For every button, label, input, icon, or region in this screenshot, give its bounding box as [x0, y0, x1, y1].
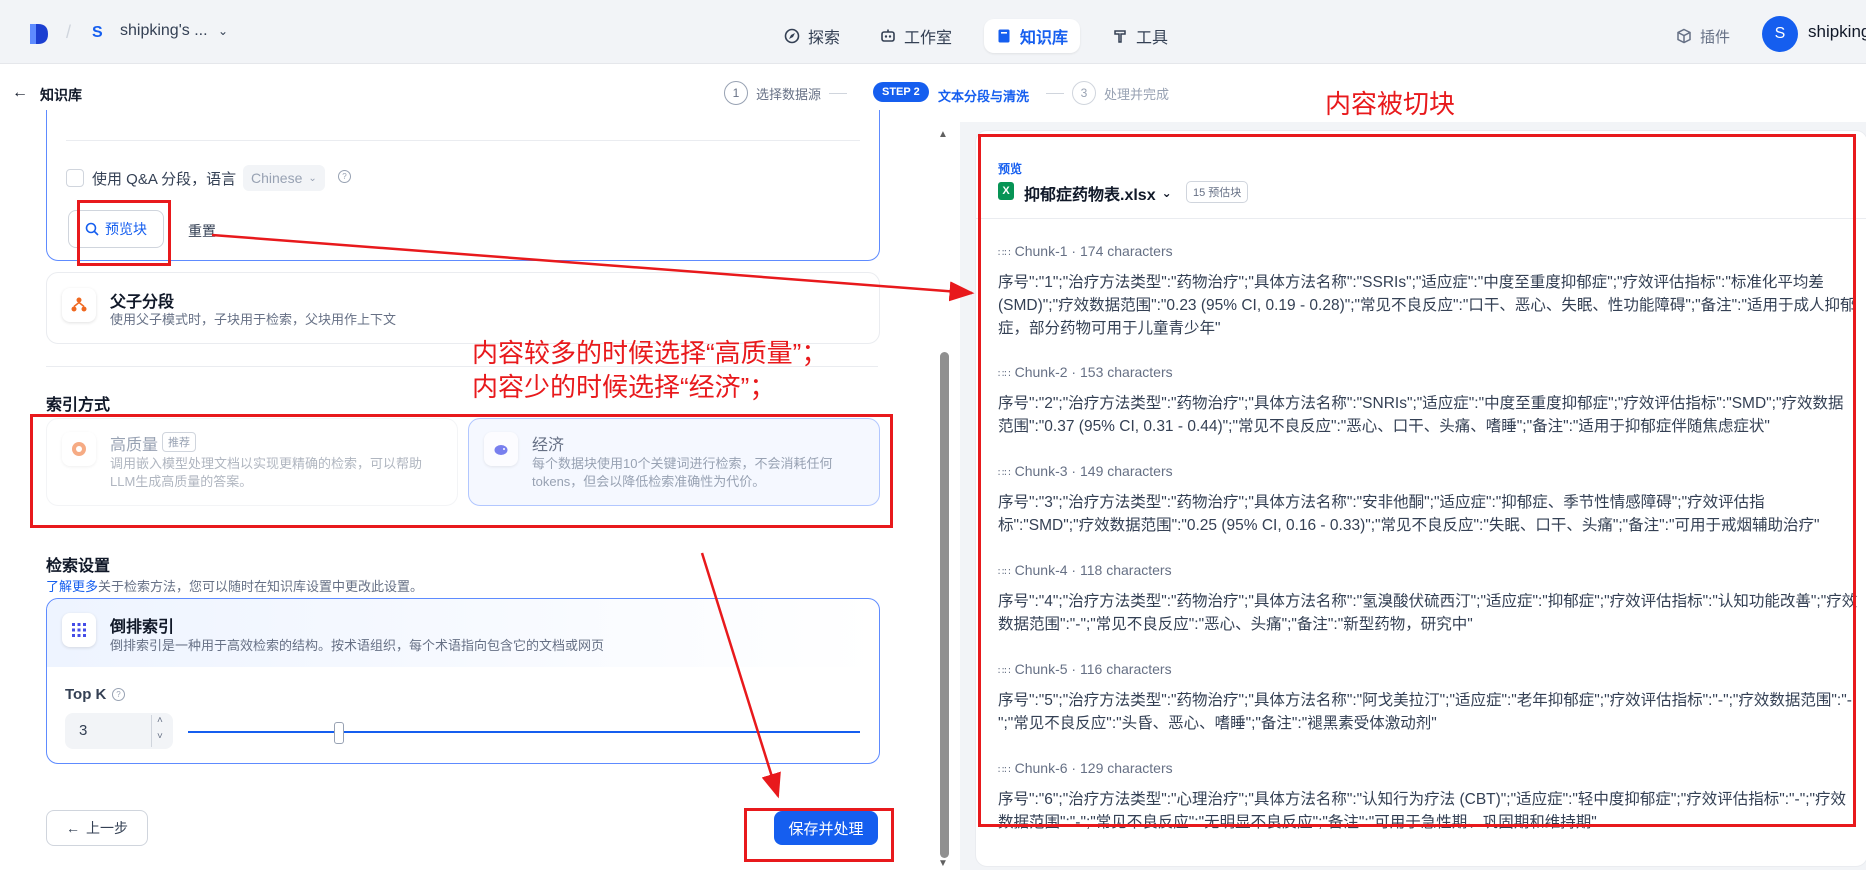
arrow-to-save-button [700, 552, 781, 799]
annotation-arrows [211, 233, 975, 799]
arrow-preview-to-chunks [211, 233, 975, 302]
